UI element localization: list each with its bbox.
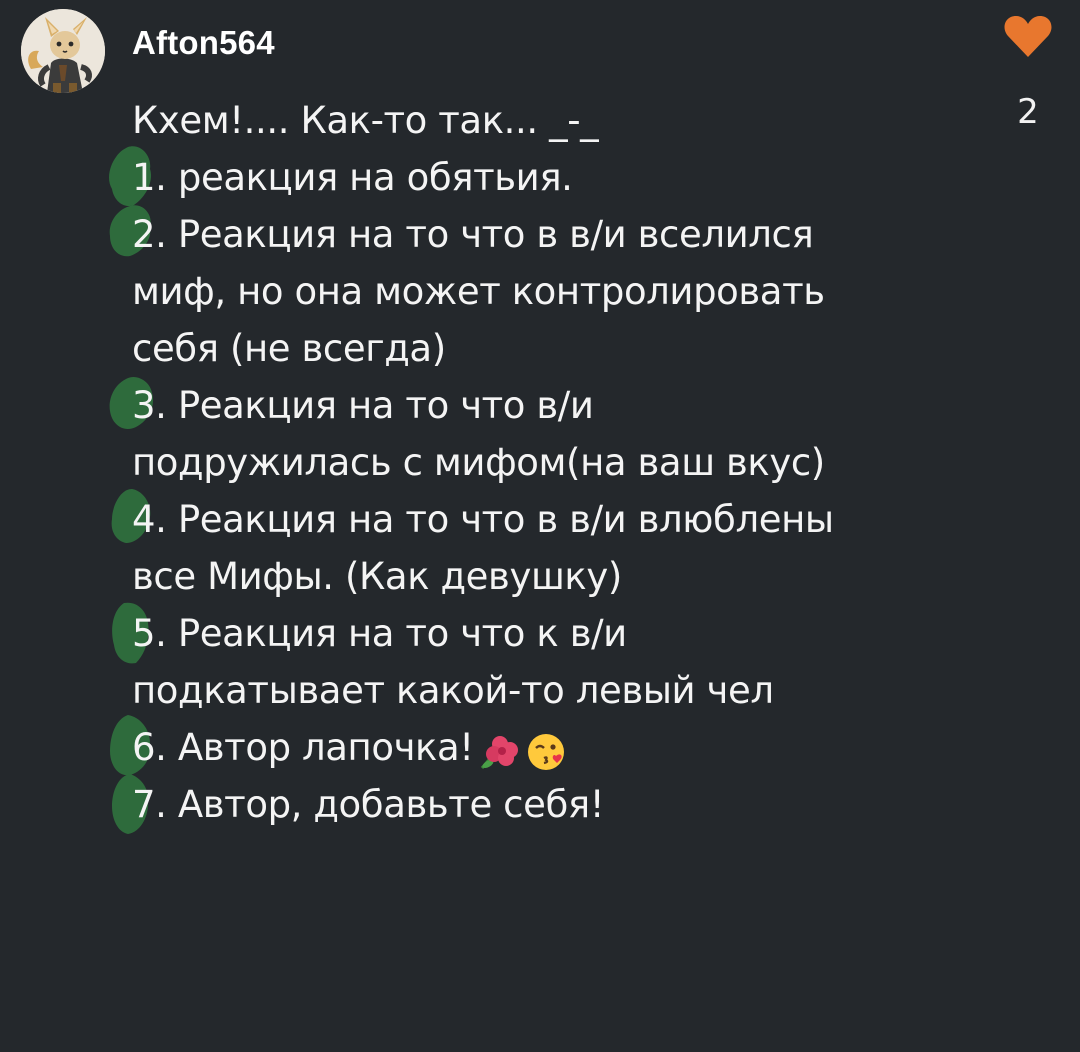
list-item-line: 5. Реакция на то что к в/и (112, 602, 1012, 664)
comment-body: Кхем!.... Как-то так... _-_ 1. реакция н… (109, 92, 1012, 834)
list-item-text: . Реакция на то что в/и (155, 384, 594, 427)
list-number: 6 (110, 715, 156, 776)
list-item-text: подкатывает какой-то левый чел (132, 669, 774, 712)
list-item-line: все Мифы. (Как девушку) (132, 548, 1012, 605)
list-number: 2 (109, 205, 156, 263)
list-number: 5 (112, 602, 156, 664)
list-item: 4. Реакция на то что в в/и влюблены все М… (111, 489, 1012, 605)
list-item-line: подкатывает какой-то левый чел (132, 662, 1012, 719)
hibiscus-emoji (480, 721, 520, 778)
list-number-text: 2 (132, 213, 156, 256)
list-number-text: 6 (132, 726, 156, 769)
list-item-line: 1. реакция на обятьия. (109, 146, 1012, 207)
avatar[interactable] (21, 9, 105, 93)
list-item: 5. Реакция на то что к в/и подкатывает ка… (112, 602, 1012, 719)
list-number-text: 1 (132, 156, 156, 199)
list-item-text: . Реакция на то что в в/и влюблены (155, 498, 834, 541)
list-item-line: 3. Реакция на то что в/и (109, 376, 1012, 434)
comment-intro: Кхем!.... Как-то так... _-_ (132, 99, 599, 142)
heart-icon[interactable] (996, 14, 1060, 58)
list-number: 4 (111, 489, 156, 548)
list-item-text: подружилась с мифом(на ваш вкус) (132, 441, 825, 484)
list-item: 7. Автор, добавьте себя! (112, 774, 1012, 834)
list-item-text: . Реакция на то что к в/и (155, 612, 627, 655)
list-number: 1 (109, 146, 156, 207)
list-number: 7 (112, 774, 156, 834)
list-number-text: 5 (132, 612, 156, 655)
list-item-text: все Мифы. (Как девушку) (132, 555, 622, 598)
list-item-line: 4. Реакция на то что в в/и влюблены (111, 489, 1012, 548)
kissing-face-emoji (526, 721, 566, 778)
list-item-line: 7. Автор, добавьте себя! (112, 774, 1012, 834)
list-number-text: 7 (132, 783, 156, 826)
list-item: 6. Автор лапочка! (110, 715, 1012, 778)
list-item-text: . реакция на обятьия. (155, 156, 573, 199)
comment-items: 1. реакция на обятьия. 2. Реакция на то ч… (109, 146, 1012, 834)
list-item-line: 6. Автор лапочка! (110, 715, 1012, 778)
list-item-text: себя (не всегда) (132, 327, 446, 370)
list-item: 3. Реакция на то что в/и подружилась с ми… (109, 376, 1012, 491)
list-item-text: . Автор, добавьте себя! (155, 783, 605, 826)
list-item: 2. Реакция на то что в в/и вселился миф, … (109, 205, 1012, 377)
list-number: 3 (109, 376, 156, 434)
list-item-line: себя (не всегда) (132, 320, 1012, 377)
comment-screen: Afton564 2 Кхем!.... Как-то так... _-_ 1… (0, 0, 1080, 1052)
list-item-line: подружилась с мифом(на ваш вкус) (132, 434, 1012, 491)
avatar-image (21, 9, 105, 93)
username[interactable]: Afton564 (132, 22, 275, 64)
list-item-line: миф, но она может контролировать (132, 263, 1012, 320)
list-item-text: миф, но она может контролировать (132, 270, 825, 313)
list-number-text: 4 (132, 498, 156, 541)
list-item: 1. реакция на обятьия. (109, 146, 1012, 207)
list-item-line: 2. Реакция на то что в в/и вселился (109, 205, 1012, 263)
list-item-text: . Реакция на то что в в/и вселился (155, 213, 814, 256)
list-item-text: . Автор лапочка! (155, 726, 474, 769)
list-number-text: 3 (132, 384, 156, 427)
